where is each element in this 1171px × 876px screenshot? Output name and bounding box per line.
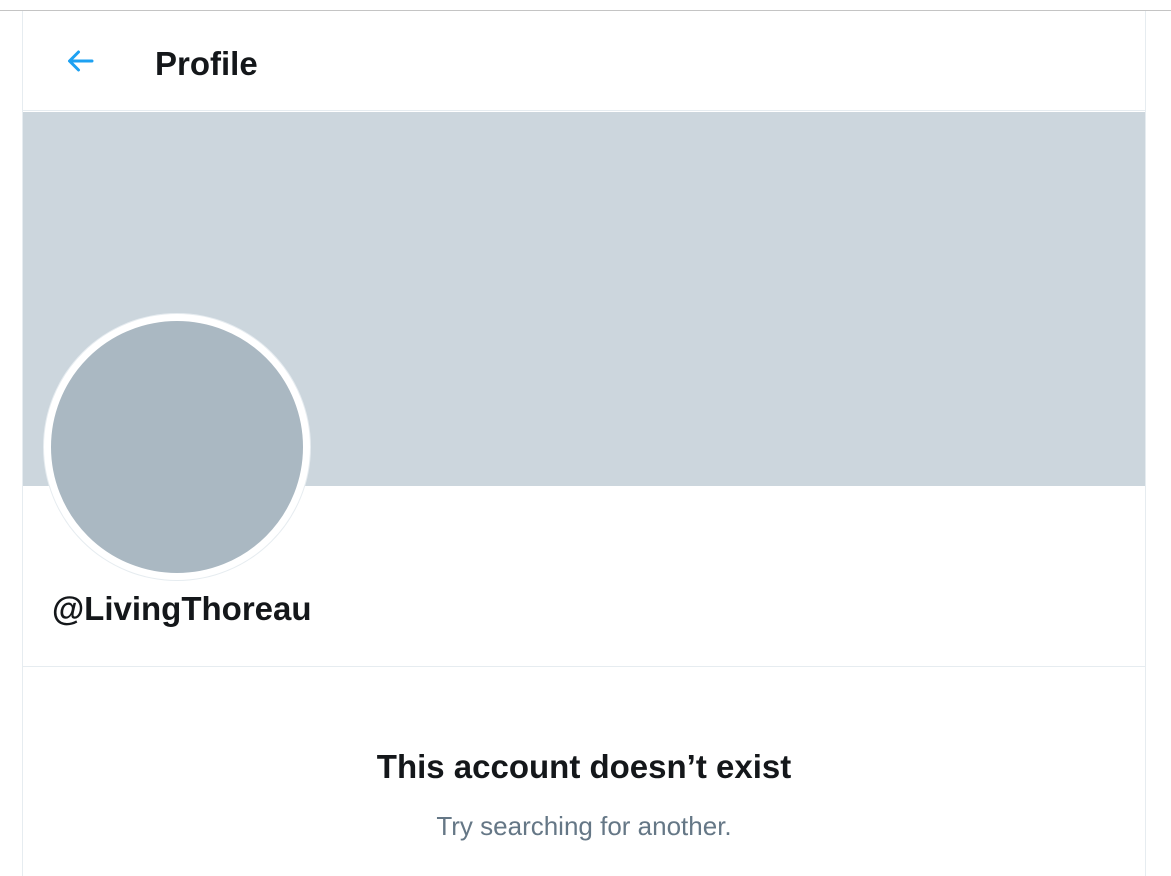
profile-handle: @LivingThoreau — [52, 590, 312, 627]
page-title: Profile — [155, 45, 258, 82]
section-divider — [23, 666, 1145, 667]
profile-column: Profile @LivingThoreau This account does… — [22, 11, 1146, 876]
empty-state-subtitle: Try searching for another. — [436, 811, 732, 841]
avatar — [44, 314, 310, 580]
arrow-left-icon — [62, 43, 98, 84]
profile-header: Profile — [23, 11, 1145, 111]
back-button[interactable] — [53, 36, 107, 90]
empty-state-title: This account doesn’t exist — [376, 748, 792, 785]
